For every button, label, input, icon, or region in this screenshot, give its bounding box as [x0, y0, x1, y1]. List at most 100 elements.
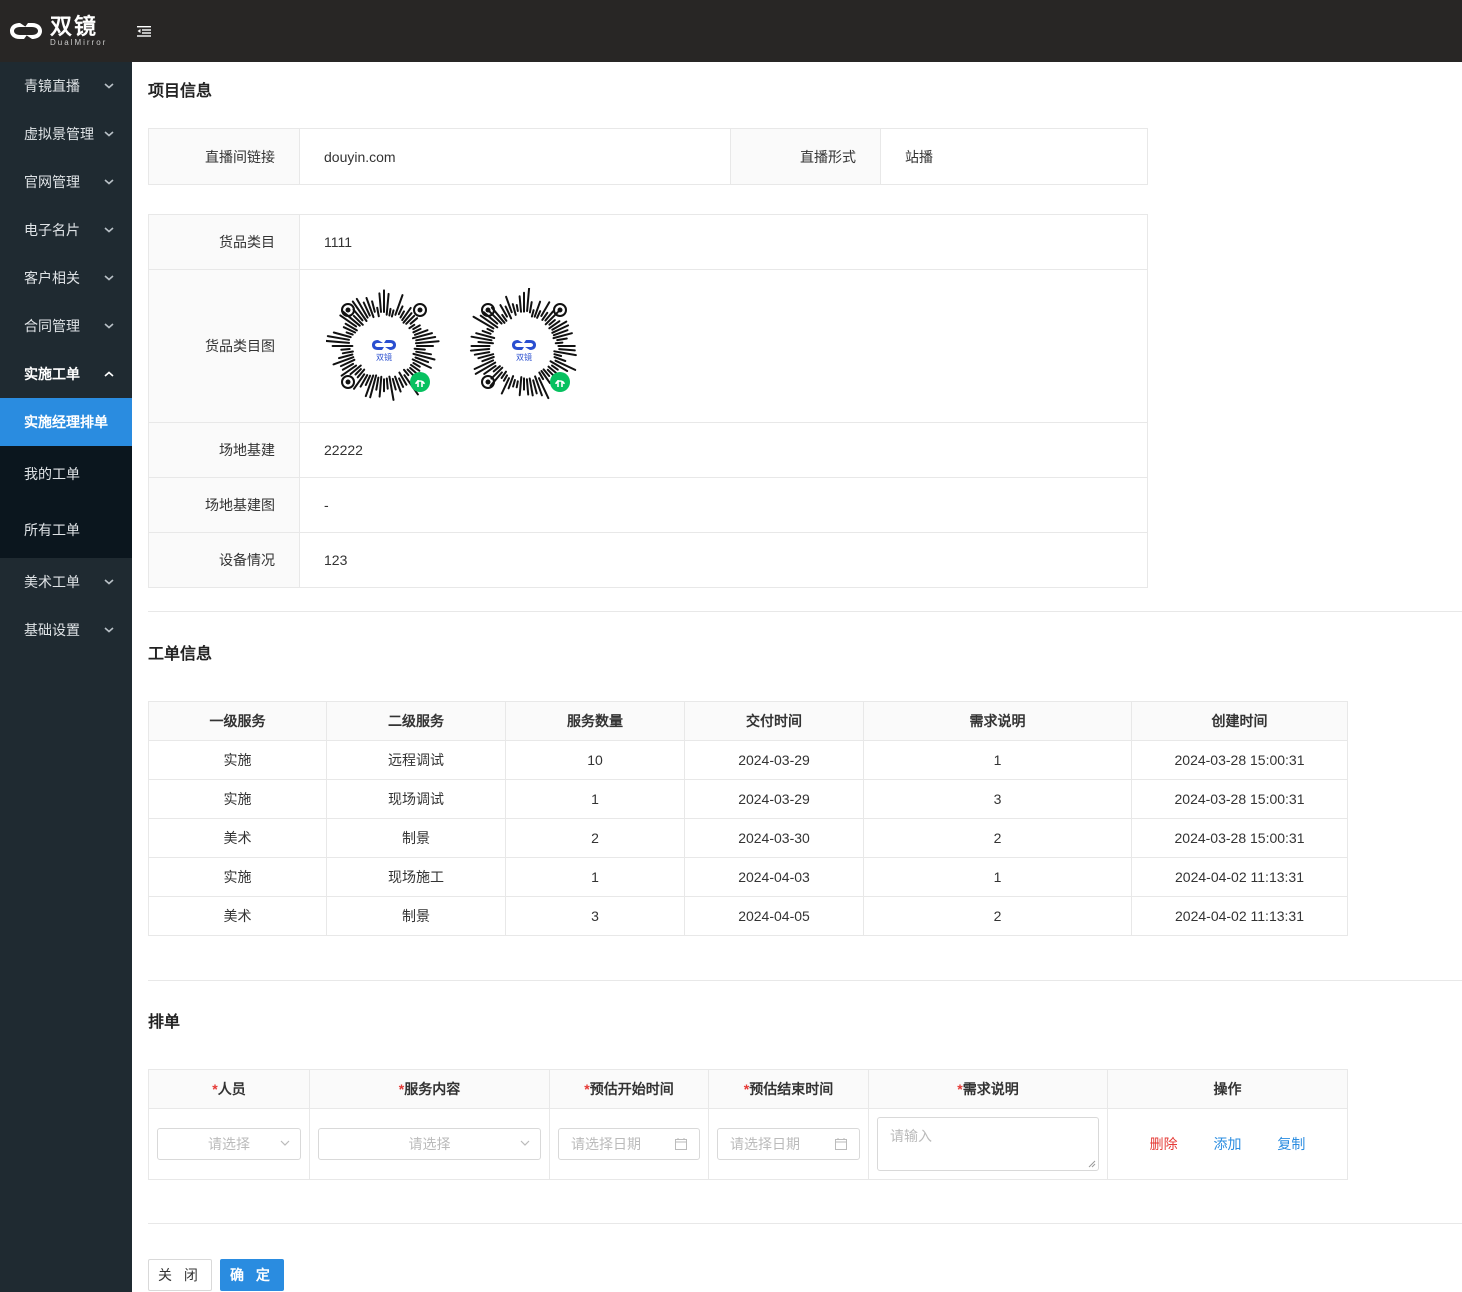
category-image-label: 货品类目图	[148, 269, 300, 423]
confirm-button[interactable]: 确 定	[220, 1259, 284, 1291]
qr-code-image: 双镜	[469, 288, 577, 400]
table-cell: 制景	[326, 818, 506, 858]
table-cell: 2024-04-02 11:13:31	[1131, 857, 1348, 897]
table-cell: 2024-04-02 11:13:31	[1131, 896, 1348, 936]
table-row: 实施 现场调试 1 2024-03-29 3 2024-03-28 15:00:31	[148, 779, 1348, 819]
brand-name: 双镜	[50, 13, 99, 39]
top-bar: 双镜 DualMirror	[0, 0, 1462, 62]
sidebar-item-label: 青镜直播	[24, 78, 80, 94]
delete-link[interactable]: 删除	[1150, 1136, 1178, 1152]
menu-fold-icon[interactable]	[137, 25, 152, 37]
site-image-value: -	[299, 477, 1148, 533]
table-cell: 美术	[148, 818, 327, 858]
brand-logo: 双镜 DualMirror	[8, 13, 108, 47]
person-select[interactable]: 请选择	[157, 1128, 301, 1160]
equipment-value: 123	[299, 532, 1148, 588]
divider	[148, 611, 1462, 612]
sidebar-item-label: 合同管理	[24, 318, 80, 334]
sidebar-item[interactable]: 虚拟景管理	[0, 110, 132, 158]
chevron-down-icon	[104, 627, 114, 633]
col-req-header: *需求说明	[868, 1069, 1108, 1109]
workorder-table: 一级服务 二级服务 服务数量 交付时间 需求说明 创建时间 实施 远程调试 10 2024-03…	[148, 701, 1348, 936]
table-cell: 2024-03-30	[684, 818, 864, 858]
category-label: 货品类目	[148, 214, 300, 270]
sidebar-item-label: 美术工单	[24, 574, 80, 590]
table-cell: 2024-03-29	[684, 740, 864, 780]
table-cell: 制景	[326, 896, 506, 936]
live-link-value: douyin.com	[299, 128, 731, 185]
sidebar-item[interactable]: 合同管理	[0, 302, 132, 350]
requirement-textarea[interactable]: 请输入	[877, 1117, 1099, 1171]
schedule-table: *人员 *服务内容 *预估开始时间 *预估结束时间 *需求说明 操作 请选择 请…	[148, 1069, 1348, 1180]
site-image-label: 场地基建图	[148, 477, 300, 533]
table-row: 美术 制景 2 2024-03-30 2 2024-03-28 15:00:31	[148, 818, 1348, 858]
sidebar-item-label: 官网管理	[24, 174, 80, 190]
table-cell: 3	[863, 779, 1132, 819]
end-date-picker[interactable]: 请选择日期	[717, 1128, 860, 1160]
sidebar-item-label: 基础设置	[24, 622, 80, 638]
sidebar-item-implementation-orders[interactable]: 实施工单	[0, 350, 132, 398]
live-form-label: 直播形式	[730, 128, 881, 185]
col-start-header: *预估开始时间	[549, 1069, 709, 1109]
section-title-project: 项目信息	[148, 83, 213, 100]
brand-name-en: DualMirror	[50, 37, 108, 47]
equipment-label: 设备情况	[148, 532, 300, 588]
table-cell: 2	[863, 818, 1132, 858]
sidebar-subitem[interactable]: 我的工单	[0, 446, 132, 502]
chevron-down-icon	[104, 323, 114, 329]
qr-code-image: 双镜	[326, 289, 440, 401]
site-label: 场地基建	[148, 422, 300, 478]
table-cell: 实施	[148, 740, 327, 780]
copy-link[interactable]: 复制	[1277, 1136, 1305, 1152]
sidebar-item[interactable]: 客户相关	[0, 254, 132, 302]
live-form-value: 站播	[880, 128, 1148, 185]
svg-text:双镜: 双镜	[376, 352, 392, 362]
table-cell: 2	[863, 896, 1132, 936]
chevron-down-icon	[520, 1140, 530, 1146]
divider	[148, 980, 1462, 981]
table-cell: 实施	[148, 857, 327, 897]
sidebar: 青镜直播虚拟景管理官网管理电子名片客户相关合同管理 实施工单 实施经理排单 我的工…	[0, 62, 132, 1292]
col-ops-header: 操作	[1107, 1069, 1348, 1109]
close-button[interactable]: 关 闭	[148, 1259, 212, 1291]
sidebar-item[interactable]: 美术工单	[0, 558, 132, 606]
table-cell: 2024-04-05	[684, 896, 864, 936]
column-header: 交付时间	[684, 701, 864, 741]
sidebar-subitem[interactable]: 实施经理排单	[0, 398, 132, 446]
live-link-label: 直播间链接	[148, 128, 300, 185]
table-row: 实施 现场施工 1 2024-04-03 1 2024-04-02 11:13:31	[148, 857, 1348, 897]
chevron-up-icon	[104, 371, 114, 377]
table-cell: 2024-03-28 15:00:31	[1131, 779, 1348, 819]
sidebar-item[interactable]: 官网管理	[0, 158, 132, 206]
sidebar-item[interactable]: 电子名片	[0, 206, 132, 254]
sidebar-subitem[interactable]: 所有工单	[0, 502, 132, 558]
section-title-workorder: 工单信息	[148, 646, 213, 663]
table-cell: 1	[863, 740, 1132, 780]
sidebar-item-label: 电子名片	[24, 222, 80, 238]
sidebar-item-label: 虚拟景管理	[24, 126, 94, 142]
calendar-icon	[835, 1138, 847, 1150]
site-value: 22222	[299, 422, 1148, 478]
chevron-down-icon	[280, 1140, 290, 1146]
table-cell: 2024-03-29	[684, 779, 864, 819]
project-info-table-2: 货品类目 1111 货品类目图 双镜 双镜 场地基建 22222 场地基建图 - …	[148, 214, 1148, 588]
table-cell: 1	[505, 857, 685, 897]
logo-mark-icon	[10, 23, 42, 39]
table-cell: 美术	[148, 896, 327, 936]
sidebar-item[interactable]: 青镜直播	[0, 62, 132, 110]
resize-handle-icon[interactable]	[1088, 1160, 1096, 1168]
add-link[interactable]: 添加	[1214, 1136, 1242, 1152]
svg-text:双镜: 双镜	[516, 352, 532, 362]
chevron-down-icon	[104, 579, 114, 585]
section-title-schedule: 排单	[148, 1014, 181, 1031]
column-header: 二级服务	[326, 701, 506, 741]
chevron-down-icon	[104, 83, 114, 89]
service-select[interactable]: 请选择	[318, 1128, 541, 1160]
table-cell: 1	[505, 779, 685, 819]
sidebar-item[interactable]: 基础设置	[0, 606, 132, 654]
table-row: 美术 制景 3 2024-04-05 2 2024-04-02 11:13:31	[148, 896, 1348, 936]
category-images: 双镜 双镜	[299, 269, 1148, 423]
chevron-down-icon	[104, 179, 114, 185]
chevron-down-icon	[104, 275, 114, 281]
start-date-picker[interactable]: 请选择日期	[558, 1128, 700, 1160]
